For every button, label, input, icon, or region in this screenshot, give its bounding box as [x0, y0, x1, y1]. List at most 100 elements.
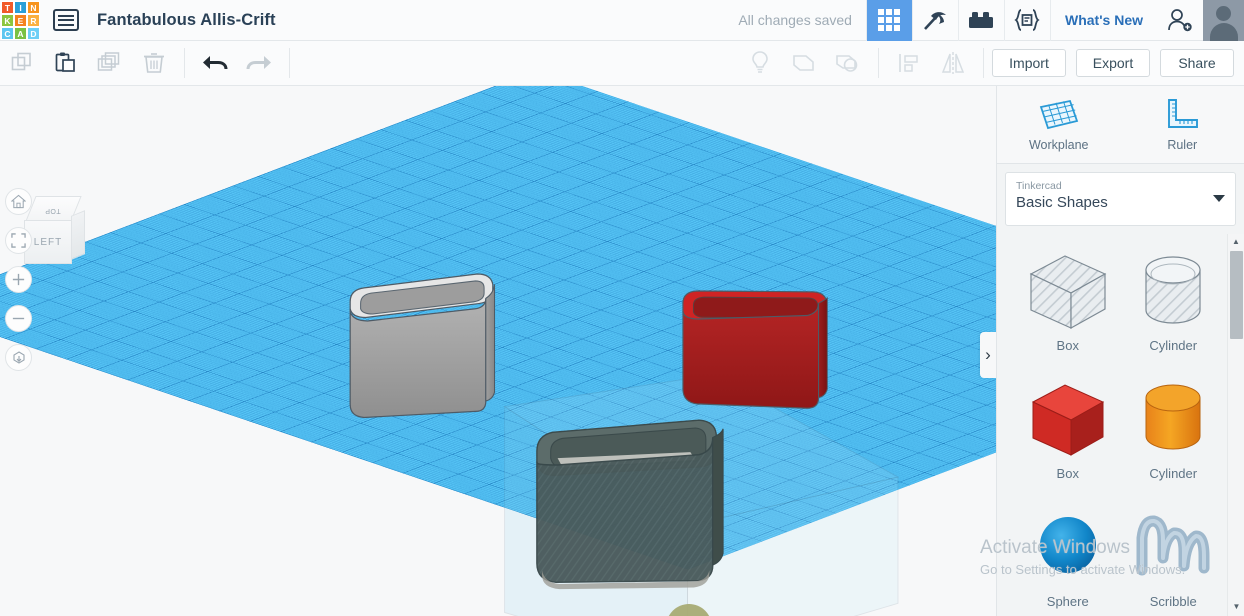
scrollbar-thumb[interactable] — [1230, 251, 1243, 339]
view-cube-front-label: LEFT — [33, 236, 63, 248]
fit-to-view-button[interactable] — [5, 227, 32, 254]
workplane-tool[interactable]: Workplane — [997, 86, 1121, 163]
scroll-down-arrow[interactable]: ▼ — [1228, 599, 1244, 614]
align-icon[interactable] — [887, 41, 931, 85]
codeblocks-icon[interactable] — [1003, 0, 1050, 41]
shape-label: Cylinder — [1149, 466, 1198, 481]
pickaxe-glyph — [924, 12, 947, 30]
ruler-icon — [1168, 98, 1199, 128]
brick-glyph — [969, 12, 994, 28]
logo-tile-a: A — [14, 27, 27, 40]
scribble-icon — [1136, 515, 1210, 576]
grid-nine-glyph — [878, 9, 901, 31]
tinkercad-logo[interactable]: T I N K E R C A D — [0, 0, 40, 41]
shape-panel-scrollbar[interactable]: ▲ ▼ — [1227, 234, 1244, 616]
undo-arrow-glyph — [203, 56, 228, 70]
view-cube[interactable]: TOP LEFT — [22, 196, 88, 268]
toolbar-divider-2 — [289, 48, 290, 78]
ortho-perspective-toggle[interactable] — [5, 344, 32, 371]
align-glyph — [899, 54, 918, 72]
home-icon — [11, 194, 26, 209]
cube-arrow-icon — [12, 350, 25, 364]
ungroup-icon[interactable] — [826, 41, 870, 85]
ruler-tool[interactable]: Ruler — [1121, 86, 1244, 163]
top-bar: T I N K E R C A D Fantabulous Allis-Crif… — [0, 0, 1244, 41]
lego-brick-icon[interactable] — [957, 0, 1004, 41]
mirror-glyph — [941, 52, 965, 74]
tinkercad-app: T I N K E R C A D Fantabulous Allis-Crif… — [0, 0, 1244, 616]
shape-label: Sphere — [1046, 594, 1089, 609]
chevron-down-icon — [1213, 195, 1225, 202]
logo-tile-c: C — [1, 27, 14, 40]
logo-tile-t: T — [1, 1, 14, 14]
delete-icon[interactable] — [132, 41, 176, 85]
scroll-up-arrow[interactable]: ▲ — [1228, 234, 1244, 249]
toolbar-divider-3 — [878, 48, 879, 78]
save-status: All changes saved — [738, 12, 852, 28]
hole-cylinder-icon — [1145, 256, 1201, 324]
logo-tile-k: K — [1, 14, 14, 27]
gray-open-box[interactable] — [338, 234, 538, 434]
solid-cylinder-icon — [1145, 384, 1201, 450]
zoom-out-button[interactable] — [5, 305, 32, 332]
trash-glyph — [144, 53, 164, 73]
paste-icon[interactable] — [44, 41, 88, 85]
codeblocks-pickaxe-icon[interactable] — [911, 0, 958, 41]
workplane-icon — [1039, 99, 1078, 129]
library-select-wrapper: Tinkercad Basic Shapes — [997, 164, 1244, 234]
logo-tile-i: I — [14, 1, 27, 14]
panel-tools: Workplane Ruler — [997, 86, 1244, 164]
view-cube-right-face[interactable] — [71, 210, 85, 260]
toolbar-divider-4 — [983, 48, 984, 78]
add-person-glyph — [1168, 9, 1192, 32]
shape-box-solid[interactable]: Box — [1015, 372, 1121, 500]
shape-sphere[interactable]: Sphere — [1015, 500, 1121, 616]
shape-grid: Box Cylinder Box Cylinder Sphere Scribbl… — [997, 234, 1244, 616]
group-icon[interactable] — [782, 41, 826, 85]
plus-icon — [12, 273, 25, 286]
invite-user-icon[interactable] — [1157, 0, 1203, 41]
home-view-button[interactable] — [5, 188, 32, 215]
shape-scribble[interactable]: Scribble — [1121, 500, 1227, 616]
shape-box-hole[interactable]: Box — [1015, 244, 1121, 372]
logo-tile-r: R — [27, 14, 40, 27]
undo-icon[interactable] — [193, 41, 237, 85]
design-list-icon[interactable] — [53, 9, 79, 31]
redo-arrow-glyph — [246, 56, 271, 70]
duplicate-icon[interactable] — [88, 41, 132, 85]
user-avatar[interactable] — [1203, 0, 1244, 41]
teal-hole-box[interactable] — [530, 354, 780, 614]
solid-box-icon — [1031, 384, 1104, 456]
logo-tile-e: E — [14, 14, 27, 27]
shape-label: Box — [1056, 466, 1079, 481]
edit-toolbar: Import Export Share — [0, 41, 1244, 86]
page-title: Fantabulous Allis-Crift — [97, 10, 276, 29]
top-bar-right: All changes saved What's New — [738, 0, 1244, 41]
zoom-in-button[interactable] — [5, 266, 32, 293]
view-cube-top-label: TOP — [45, 206, 61, 214]
sphere-icon — [1039, 517, 1096, 573]
copy-icon[interactable] — [0, 41, 44, 85]
logo-tile-n: N — [27, 1, 40, 14]
design-grid-icon[interactable] — [865, 0, 912, 41]
library-category: Tinkercad — [1016, 180, 1062, 192]
whats-new-link[interactable]: What's New — [1049, 0, 1157, 41]
code-brackets-glyph — [1014, 9, 1041, 31]
lightbulb-hint-icon[interactable] — [738, 41, 782, 85]
3d-canvas[interactable]: TOP LEFT › — [0, 86, 996, 616]
ruler-tool-label: Ruler — [1167, 137, 1198, 152]
minus-icon — [12, 317, 25, 320]
shape-cylinder-hole[interactable]: Cylinder — [1121, 244, 1227, 372]
share-button[interactable]: Share — [1160, 49, 1234, 77]
paste-glyph — [55, 52, 75, 72]
lightbulb-glyph — [752, 51, 768, 73]
redo-icon[interactable] — [237, 41, 281, 85]
shapes-panel: Workplane Ruler Tinkercad Basic Shapes B… — [996, 86, 1244, 616]
import-button[interactable]: Import — [992, 49, 1066, 77]
mirror-icon[interactable] — [931, 41, 975, 85]
panel-collapse-button[interactable]: › — [980, 332, 996, 378]
shape-cylinder-solid[interactable]: Cylinder — [1121, 372, 1227, 500]
hole-box-icon — [1029, 255, 1107, 330]
export-button[interactable]: Export — [1076, 49, 1150, 77]
library-select[interactable]: Tinkercad Basic Shapes — [1005, 172, 1236, 226]
